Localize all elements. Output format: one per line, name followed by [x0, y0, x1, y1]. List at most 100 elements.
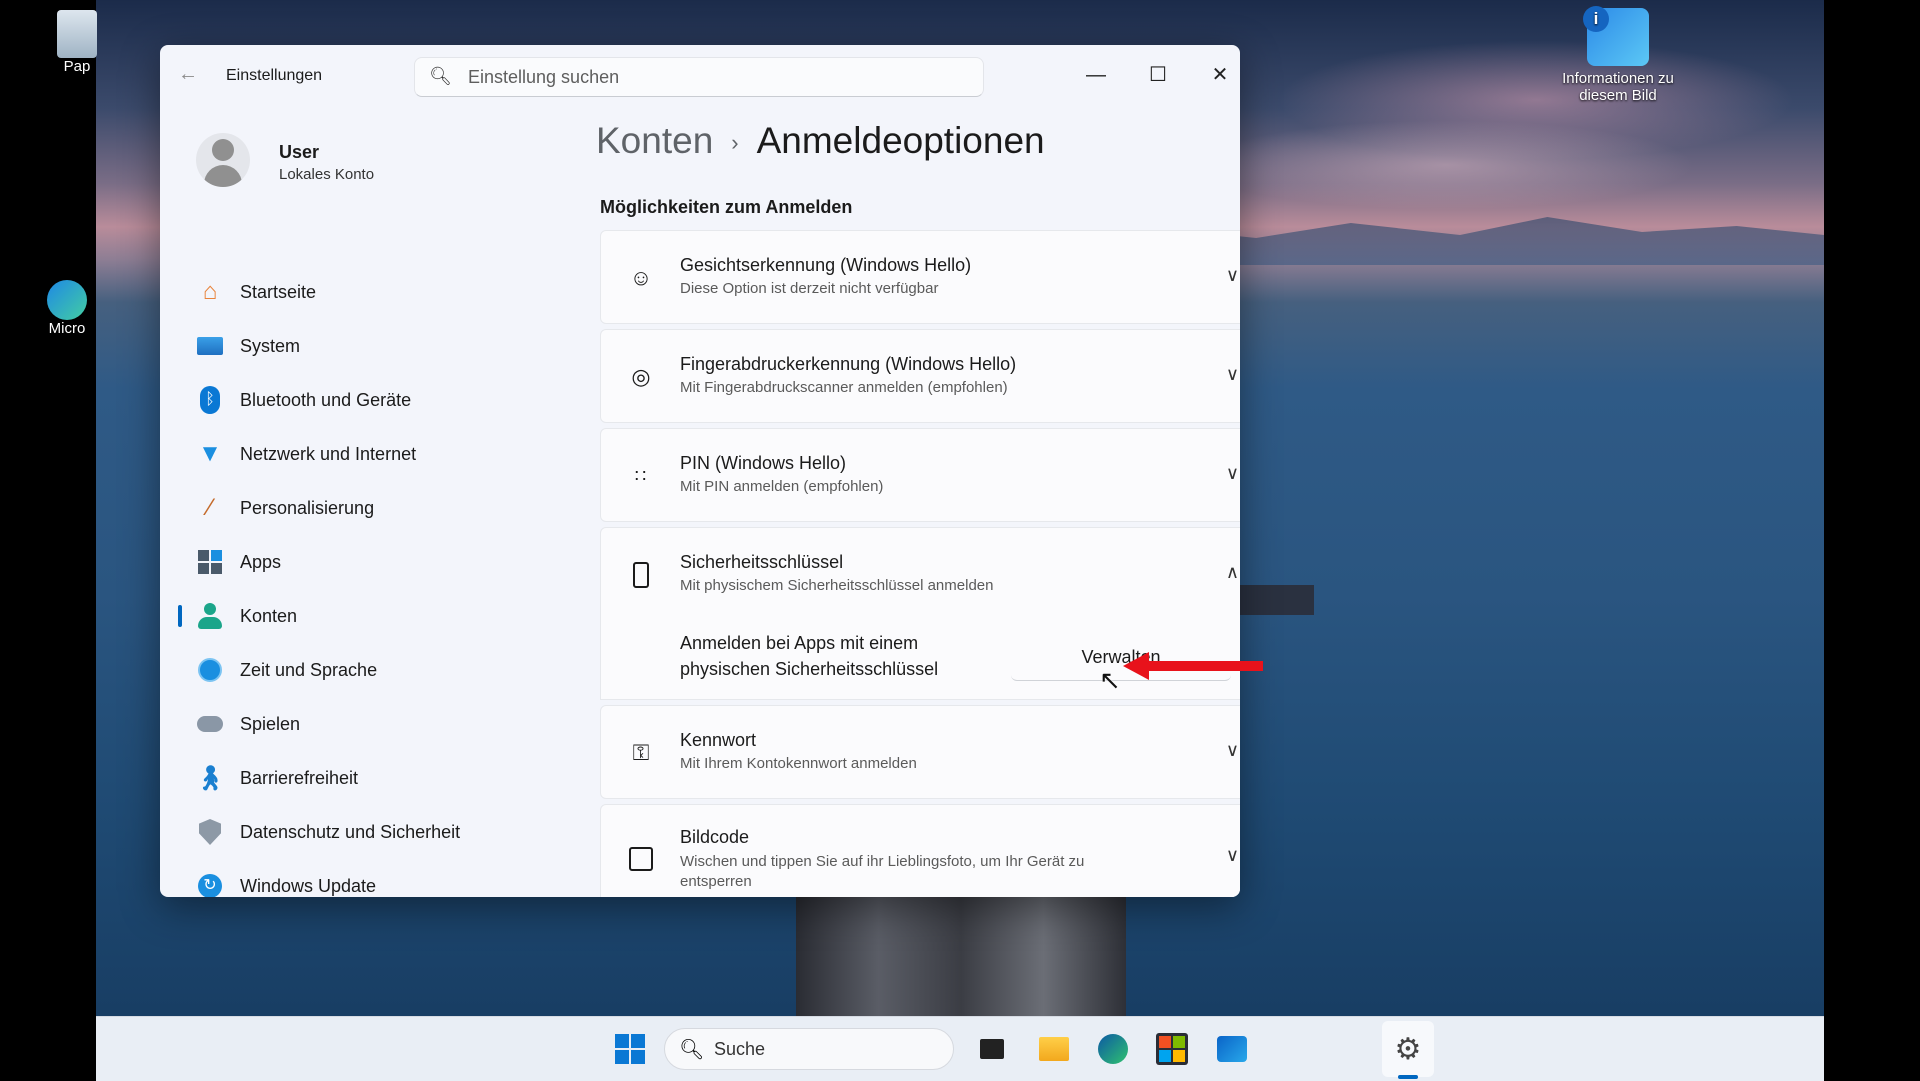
brush-icon: ∕: [207, 494, 212, 521]
pin-keypad-icon: ∷: [634, 465, 648, 486]
account-type: Lokales Konto: [279, 166, 375, 183]
file-explorer-icon[interactable]: [1034, 1029, 1074, 1069]
sidebar-item-konten[interactable]: Konten: [176, 589, 576, 643]
sidebar-item-system[interactable]: System: [176, 319, 576, 373]
option-picture-password[interactable]: Bildcode Wischen und tippen Sie auf ihr …: [600, 804, 1240, 897]
mouse-cursor-icon: ↖: [1099, 665, 1121, 695]
title-bar: ← Einstellungen 🔍︎ Einstellung suchen — …: [160, 45, 1240, 105]
app-title: Einstellungen: [226, 67, 323, 84]
breadcrumb-parent[interactable]: Konten: [596, 120, 713, 161]
sidebar-item-startseite[interactable]: ⌂ Startseite: [176, 265, 576, 319]
avatar: [196, 133, 250, 187]
start-button[interactable]: [610, 1029, 650, 1069]
sidebar-item-label: Personalisierung: [240, 497, 375, 518]
outlook-icon[interactable]: [1212, 1029, 1252, 1069]
option-subtitle: Mit physischem Sicherheitsschlüssel anme…: [680, 577, 994, 594]
store-icon[interactable]: [1152, 1029, 1192, 1069]
search-icon: 🔍︎: [679, 1039, 705, 1061]
face-icon: ☺︎: [629, 265, 653, 290]
settings-icon[interactable]: ⚙: [1388, 1029, 1428, 1069]
option-title: PIN (Windows Hello): [680, 453, 847, 473]
info-desktop-shortcut[interactable]: i Informationen zu diesem Bild: [1548, 6, 1688, 104]
option-title: Bildcode: [680, 827, 750, 847]
page-title: Anmeldeoptionen: [756, 120, 1045, 161]
apps-icon: [194, 546, 226, 578]
option-security-key[interactable]: Sicherheitsschlüssel Mit physischem Sich…: [600, 527, 1240, 621]
sidebar-item-zeit[interactable]: Zeit und Sprache: [176, 643, 576, 697]
sidebar-item-label: Startseite: [240, 281, 317, 302]
info-image-icon: i: [1583, 6, 1649, 66]
option-title: Sicherheitsschlüssel: [680, 552, 844, 572]
option-title: Kennwort: [680, 730, 757, 750]
recycle-bin-icon: [57, 10, 97, 58]
sidebar-item-windows-update[interactable]: ↻ Windows Update: [176, 859, 576, 897]
sidebar-item-label: Barrierefreiheit: [240, 767, 359, 788]
sidebar-item-personalisierung[interactable]: ∕ Personalisierung: [176, 481, 576, 535]
accessibility-icon: 🚶︎: [194, 764, 226, 792]
gamepad-icon: [194, 708, 226, 740]
search-placeholder: Einstellung suchen: [468, 67, 620, 87]
option-pin[interactable]: ∷ PIN (Windows Hello) Mit PIN anmelden (…: [600, 428, 1240, 522]
monitor-icon: [194, 330, 226, 362]
key-icon: ⚿: [632, 740, 650, 765]
option-password[interactable]: ⚿ Kennwort Mit Ihrem Kontokennwort anmel…: [600, 705, 1240, 799]
sidebar-item-label: Bluetooth und Geräte: [240, 389, 412, 410]
person-icon: [194, 600, 226, 632]
user-name: User: [279, 142, 320, 162]
chevron-down-icon[interactable]: ∨: [1226, 740, 1239, 761]
shield-icon: [194, 816, 226, 848]
update-icon: ↻: [194, 870, 226, 897]
sidebar-item-netzwerk[interactable]: ▼ Netzwerk und Internet: [176, 427, 576, 481]
taskbar-search-label: Suche: [714, 1039, 766, 1059]
picture-icon: [627, 845, 655, 873]
edge-desktop-shortcut[interactable]: Micro: [42, 280, 92, 337]
desktop-icon-label: Informationen zu diesem Bild: [1562, 70, 1674, 104]
sidebar-item-label: Datenschutz und Sicherheit: [240, 821, 461, 842]
sidebar-item-bluetooth[interactable]: ᛒ Bluetooth und Geräte: [176, 373, 576, 427]
close-button[interactable]: ✕: [1200, 55, 1240, 95]
back-arrow-icon[interactable]: ←: [178, 63, 198, 86]
sidebar-item-apps[interactable]: Apps: [176, 535, 576, 589]
security-key-detail-text: Anmelden bei Apps mit einem physischen S…: [680, 633, 939, 679]
breadcrumb-separator: ›: [731, 130, 739, 156]
sidebar-item-label: Windows Update: [240, 875, 377, 896]
settings-search-input[interactable]: 🔍︎ Einstellung suchen: [414, 57, 984, 97]
chevron-down-icon[interactable]: ∨: [1226, 463, 1239, 484]
option-subtitle: Mit PIN anmelden (empfohlen): [680, 478, 884, 495]
clock-globe-icon: [194, 654, 226, 686]
option-subtitle: Mit Ihrem Kontokennwort anmelden: [680, 755, 917, 772]
desktop-icon-label: Pap: [63, 58, 91, 75]
taskbar-search[interactable]: 🔍︎ Suche: [664, 1028, 954, 1070]
sidebar-item-label: Konten: [240, 605, 298, 626]
chevron-down-icon[interactable]: ∨: [1226, 265, 1239, 286]
sidebar-item-spielen[interactable]: Spielen: [176, 697, 576, 751]
chevron-down-icon[interactable]: ∨: [1226, 845, 1239, 866]
sidebar-item-label: System: [240, 335, 301, 356]
active-app-indicator: [1398, 1075, 1418, 1079]
maximize-button[interactable]: ☐: [1138, 55, 1178, 95]
fingerprint-icon: ◎: [631, 364, 651, 389]
chevron-up-icon[interactable]: ∧: [1226, 562, 1239, 583]
usb-key-icon: [627, 561, 655, 589]
minimize-button[interactable]: —: [1076, 55, 1116, 95]
breadcrumb: Konten › Anmeldeoptionen: [596, 120, 1045, 162]
sidebar-item-datenschutz[interactable]: Datenschutz und Sicherheit: [176, 805, 576, 859]
bluetooth-icon: ᛒ: [194, 384, 226, 416]
section-title: Möglichkeiten zum Anmelden: [600, 197, 853, 217]
option-subtitle: Diese Option ist derzeit nicht verfügbar: [680, 280, 939, 297]
chevron-down-icon[interactable]: ∨: [1226, 364, 1239, 385]
sidebar-nav: ⌂ Startseite System ᛒ Bluetooth und Gerä…: [176, 265, 576, 897]
settings-window: ← Einstellungen 🔍︎ Einstellung suchen — …: [160, 45, 1240, 897]
start-icon: [615, 1034, 645, 1064]
option-face-recognition[interactable]: ☺︎ Gesichtserkennung (Windows Hello) Die…: [600, 230, 1240, 324]
option-fingerprint[interactable]: ◎ Fingerabdruckerkennung (Windows Hello)…: [600, 329, 1240, 423]
sidebar-item-label: Zeit und Sprache: [240, 659, 378, 680]
recycle-bin-desktop-icon[interactable]: Pap: [52, 10, 102, 75]
desktop-icon-label: Micro: [48, 320, 86, 337]
active-indicator: [178, 605, 182, 627]
sidebar-item-barrierefreiheit[interactable]: 🚶︎ Barrierefreiheit: [176, 751, 576, 805]
edge-icon[interactable]: [1093, 1029, 1133, 1069]
taskbar: 🔍︎ Suche ⚙: [96, 1016, 1824, 1081]
option-subtitle: Mit Fingerabdruckscanner anmelden (empfo…: [680, 379, 1008, 396]
task-view-icon[interactable]: [972, 1029, 1012, 1069]
